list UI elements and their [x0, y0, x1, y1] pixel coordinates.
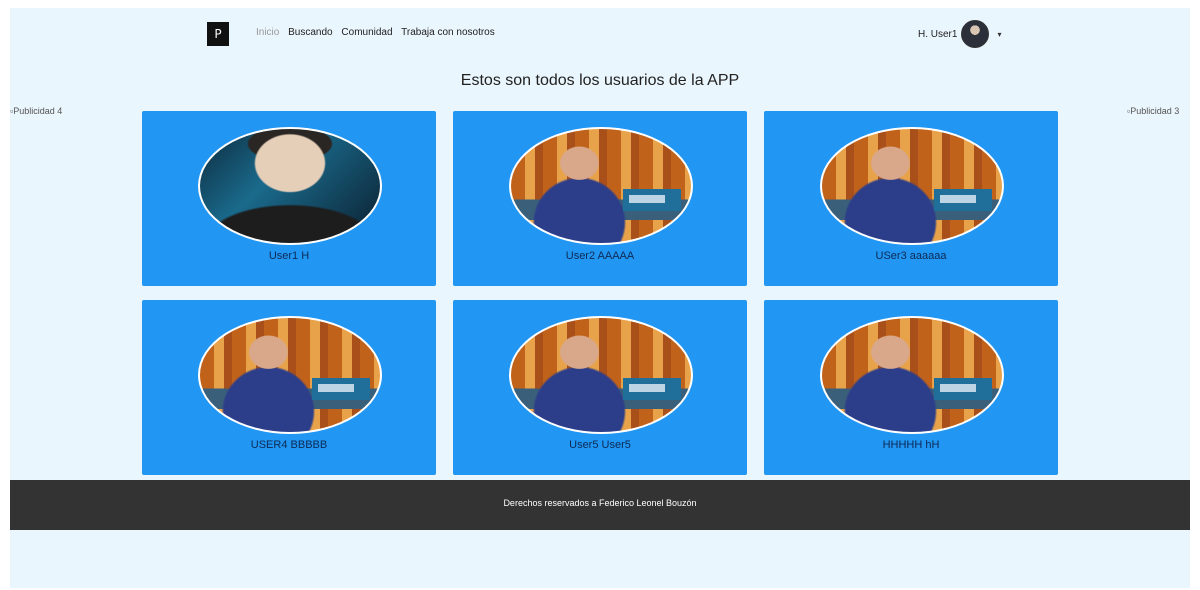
ad-left[interactable]: ▫Publicidad 4 [10, 106, 62, 116]
user-photo [198, 316, 382, 434]
nav-link-buscando[interactable]: Buscando [288, 27, 332, 38]
user-card-name: User1 H [268, 250, 310, 262]
nav-link-inicio[interactable]: Inicio [256, 27, 279, 38]
podium-graphic [934, 189, 992, 211]
page-title: Estos son todos los usuarios de la APP [460, 72, 740, 89]
user-photo [820, 316, 1004, 434]
ad-right[interactable]: ▫Publicidad 3 [1127, 106, 1179, 116]
chevron-down-icon[interactable]: ▾ [997, 30, 1001, 39]
podium-graphic [312, 378, 370, 400]
user-card[interactable]: User1 H [142, 111, 436, 286]
nav-links: Inicio Buscando Comunidad Trabaja con no… [256, 27, 501, 38]
user-card-name: USer3 aaaaaa [875, 250, 947, 262]
brand-logo[interactable]: P [207, 22, 229, 46]
footer: Derechos reservados a Federico Leonel Bo… [10, 480, 1190, 530]
podium-graphic [623, 189, 681, 211]
user-card[interactable]: USER4 BBBBB [142, 300, 436, 475]
user-card-name: USER4 BBBBB [250, 439, 328, 451]
user-card-name: User5 User5 [569, 439, 631, 451]
user-avatar[interactable] [961, 20, 990, 48]
ad-left-alt: Publicidad 4 [13, 106, 63, 116]
navbar: P Inicio Buscando Comunidad Trabaja con … [10, 8, 1190, 60]
nav-link-trabaja[interactable]: Trabaja con nosotros [401, 27, 495, 38]
user-photo [198, 127, 382, 245]
user-photo [820, 127, 1004, 245]
user-menu[interactable]: H. User1 ▾ [918, 20, 1001, 48]
user-card[interactable]: User2 AAAAA [453, 111, 747, 286]
user-card[interactable]: USer3 aaaaaa [764, 111, 1058, 286]
nav-link-comunidad[interactable]: Comunidad [341, 27, 392, 38]
user-photo [509, 127, 693, 245]
user-card-name: HHHHH hH [882, 439, 940, 451]
page: P Inicio Buscando Comunidad Trabaja con … [10, 8, 1190, 588]
podium-graphic [623, 378, 681, 400]
user-card-name: User2 AAAAA [565, 250, 635, 262]
ad-right-alt: Publicidad 3 [1130, 106, 1180, 116]
user-photo [509, 316, 693, 434]
user-card[interactable]: HHHHH hH [764, 300, 1058, 475]
user-name[interactable]: H. User1 [918, 29, 957, 40]
footer-copyright: Derechos reservados a Federico Leonel Bo… [503, 498, 697, 508]
podium-graphic [934, 378, 992, 400]
user-card[interactable]: User5 User5 [453, 300, 747, 475]
